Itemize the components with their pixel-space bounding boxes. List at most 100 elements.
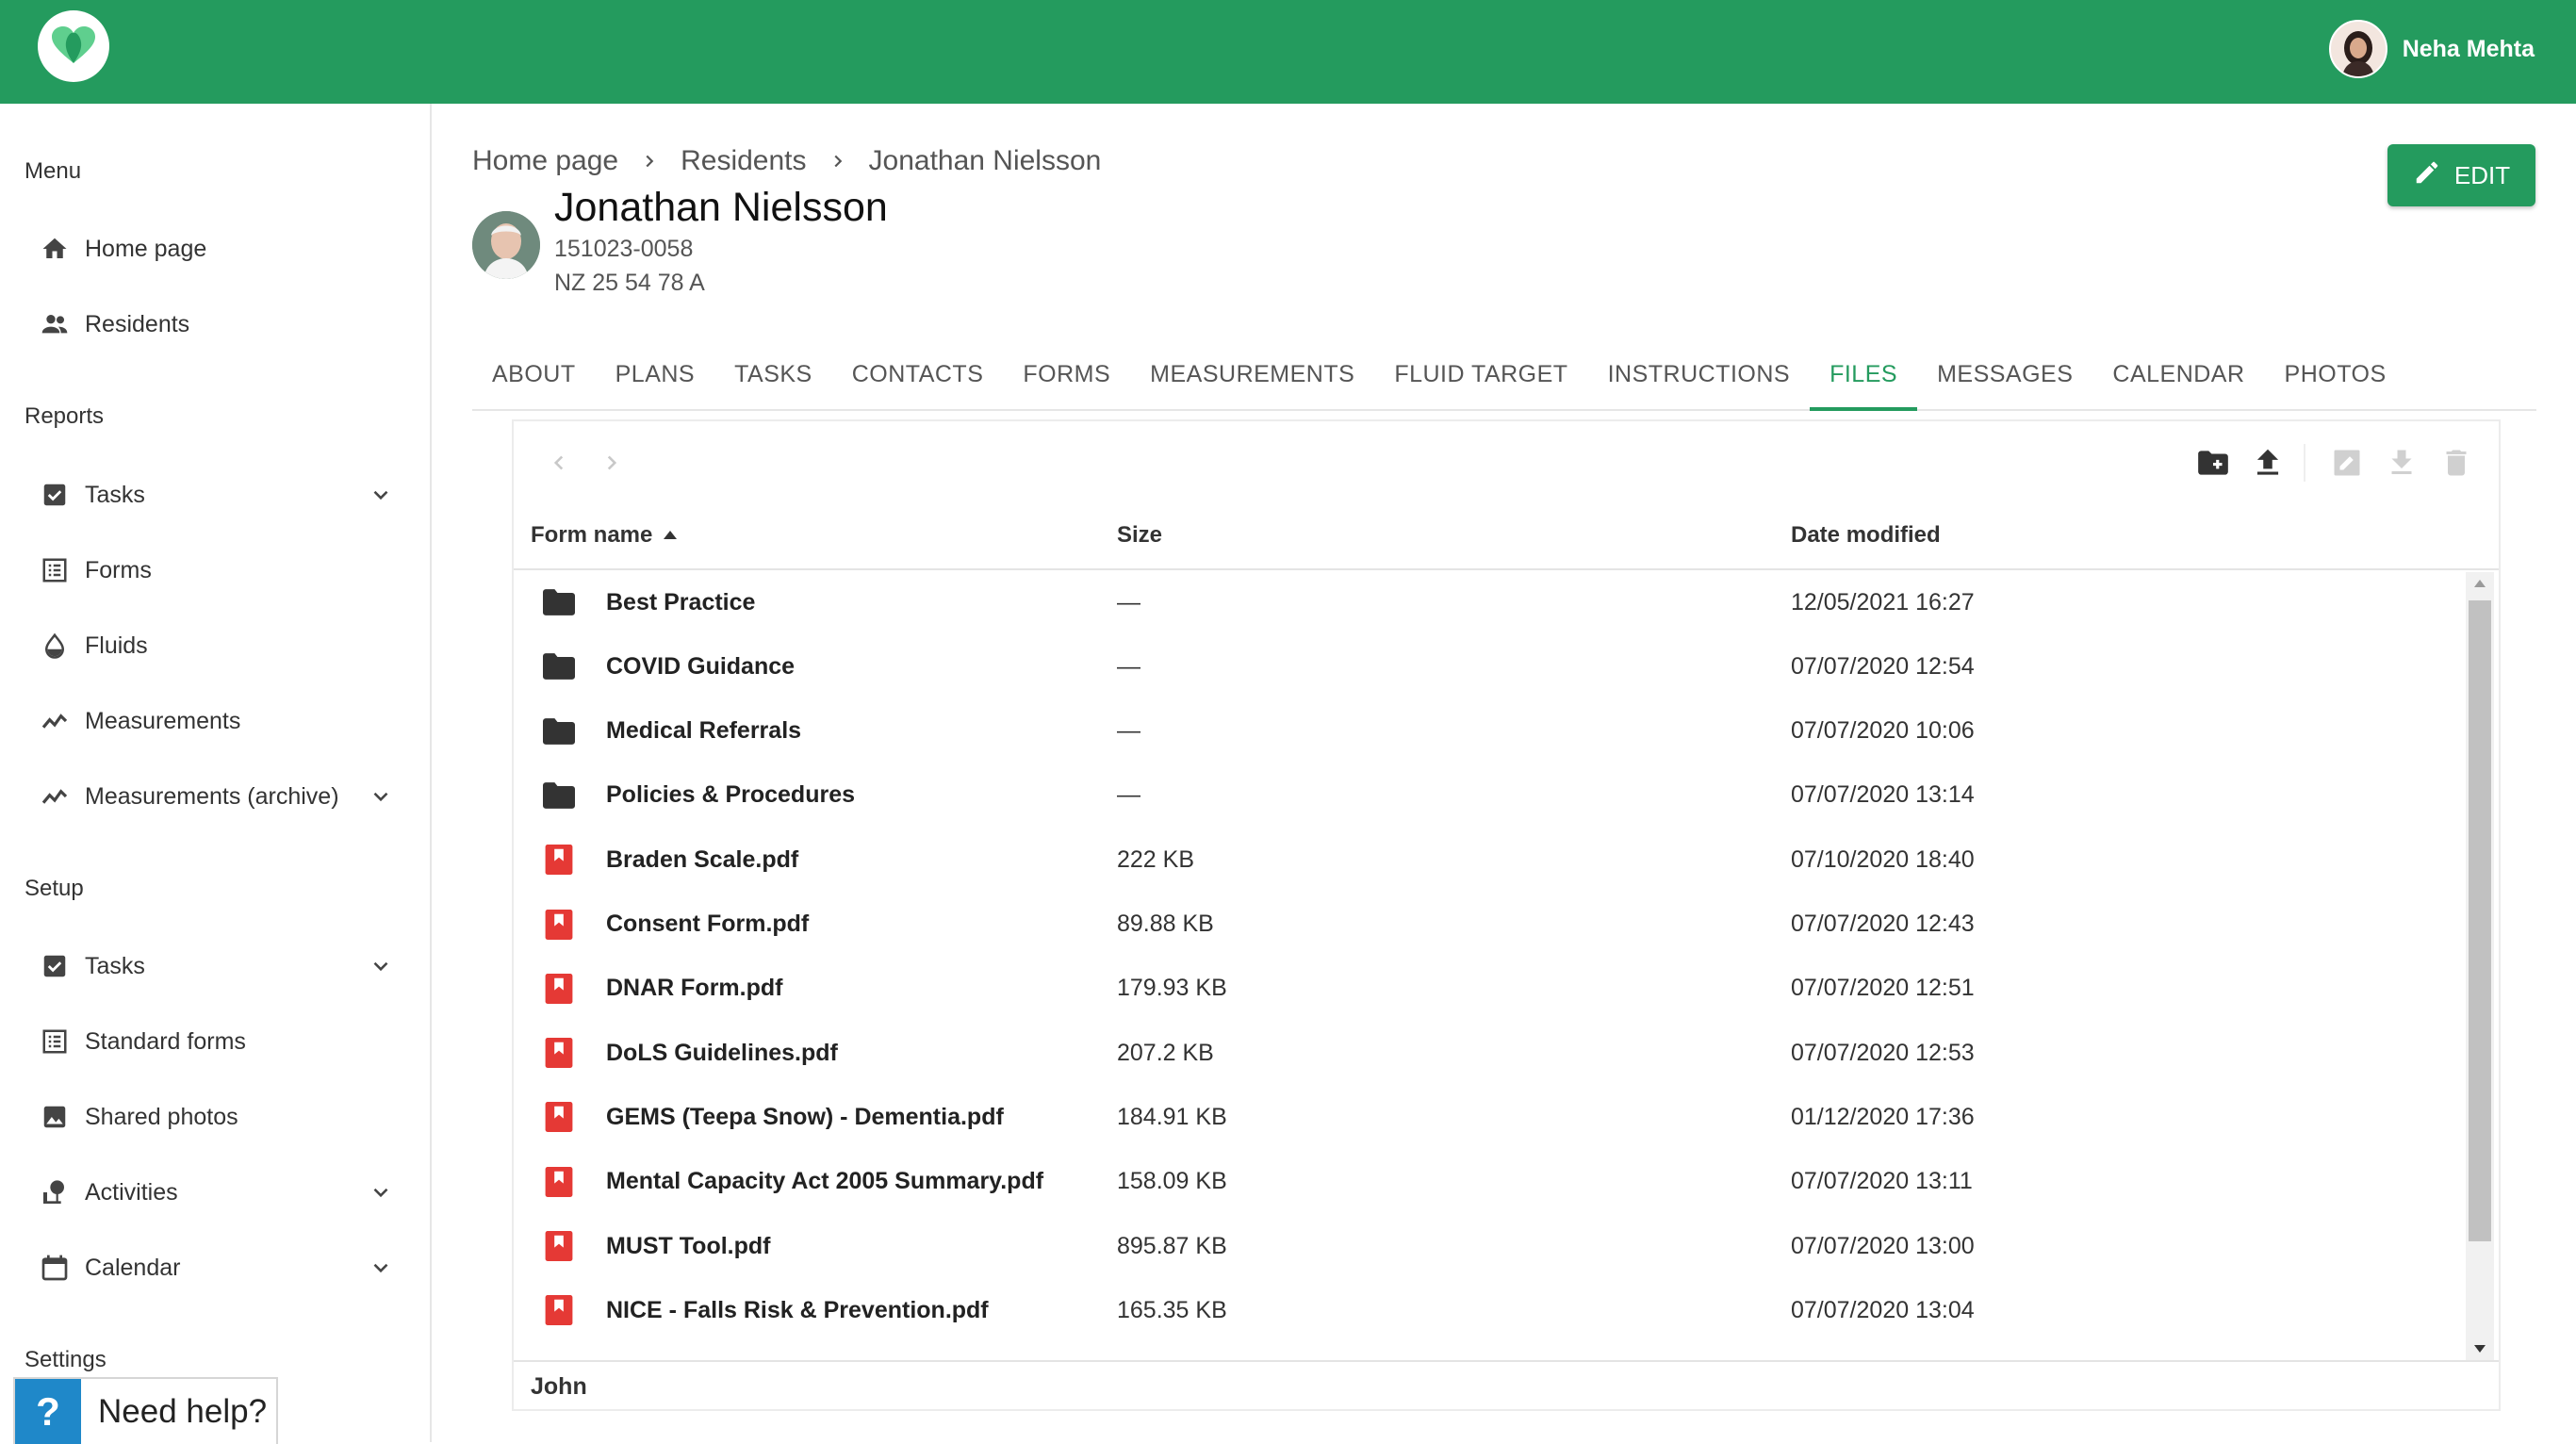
pdf-icon	[540, 1034, 578, 1072]
sidebar-item-activities[interactable]: Activities	[38, 1166, 396, 1219]
tab-contacts[interactable]: CONTACTS	[832, 339, 1004, 409]
sidebar-item-label: Activities	[85, 1178, 178, 1206]
sidebar-item-standard-forms[interactable]: Standard forms	[38, 1015, 396, 1068]
setup-section-title: Setup	[25, 876, 84, 901]
folder-icon	[540, 648, 578, 685]
rename-icon	[2334, 450, 2360, 476]
sidebar-item-label: Home page	[85, 235, 207, 262]
chevron-right-icon	[828, 151, 848, 172]
column-name-label: Form name	[531, 522, 653, 548]
tab-about[interactable]: ABOUT	[472, 339, 596, 409]
people-icon	[38, 307, 72, 341]
need-help-button[interactable]: ? Need help?	[13, 1377, 278, 1444]
file-row[interactable]: DNAR Form.pdf 179.93 KB 07/07/2020 12:51	[514, 957, 2465, 1021]
upload-button[interactable]	[2247, 442, 2289, 484]
column-header-name[interactable]: Form name	[531, 502, 679, 568]
trash-icon	[2446, 450, 2467, 476]
file-row[interactable]: Mental Capacity Act 2005 Summary.pdf 158.…	[514, 1150, 2465, 1214]
file-date: 07/07/2020 13:00	[1791, 1232, 1975, 1259]
scrollbar-thumb[interactable]	[2469, 600, 2491, 1241]
tab-forms[interactable]: FORMS	[1003, 339, 1130, 409]
sidebar-item-setup-tasks[interactable]: Tasks	[38, 940, 396, 993]
user-avatar	[2328, 20, 2387, 78]
sidebar-item-residents[interactable]: Residents	[38, 298, 396, 351]
chevron-right-icon	[639, 151, 660, 172]
file-size: —	[1117, 652, 1140, 680]
trend-icon	[38, 704, 72, 738]
delete-button[interactable]	[2436, 442, 2477, 484]
user-menu[interactable]: Neha Mehta	[2328, 20, 2535, 78]
tab-measurements[interactable]: MEASUREMENTS	[1130, 339, 1374, 409]
file-row[interactable]: Policies & Procedures — 07/07/2020 13:14	[514, 763, 2465, 828]
file-row[interactable]: GEMS (Teepa Snow) - Dementia.pdf 184.91 K…	[514, 1085, 2465, 1149]
file-size: 207.2 KB	[1117, 1039, 1214, 1066]
sidebar-item-label: Tasks	[85, 952, 145, 979]
file-row[interactable]: Consent Form.pdf 89.88 KB 07/07/2020 12:43	[514, 893, 2465, 957]
scroll-down-icon[interactable]	[2466, 1337, 2494, 1360]
rename-button[interactable]	[2326, 442, 2368, 484]
back-button[interactable]	[538, 442, 580, 484]
tab-photos[interactable]: PHOTOS	[2265, 339, 2406, 409]
chevron-down-icon[interactable]	[366, 781, 396, 812]
file-size: 165.35 KB	[1117, 1296, 1227, 1323]
breadcrumb-home-page[interactable]: Home page	[472, 145, 618, 177]
scroll-up-icon[interactable]	[2466, 572, 2494, 595]
file-row[interactable]: COVID Guidance — 07/07/2020 12:54	[514, 634, 2465, 698]
file-row[interactable]: Medical Referrals — 07/07/2020 10:06	[514, 699, 2465, 763]
resident-tabs: ABOUT PLANS TASKS CONTACTS FORMS MEASURE…	[472, 339, 2536, 411]
sidebar-item-reports-measurements-archive[interactable]: Measurements (archive)	[38, 770, 396, 823]
tab-messages[interactable]: MESSAGES	[1917, 339, 2092, 409]
tab-files[interactable]: FILES	[1810, 339, 1918, 411]
column-header-date[interactable]: Date modified	[1791, 502, 1941, 568]
image-icon	[38, 1100, 72, 1134]
file-row[interactable]: Best Practice — 12/05/2021 16:27	[514, 570, 2465, 634]
sidebar-item-label: Forms	[85, 556, 152, 583]
tab-instructions[interactable]: INSTRUCTIONS	[1588, 339, 1811, 409]
file-date: 07/07/2020 12:43	[1791, 911, 1975, 937]
column-header-size[interactable]: Size	[1117, 502, 1162, 568]
file-row[interactable]: NICE - Falls Risk & Prevention.pdf 165.35…	[514, 1278, 2465, 1342]
file-manager: Form name Size Date modified Best Practi…	[512, 419, 2501, 1411]
file-row[interactable]: Braden Scale.pdf 222 KB 07/10/2020 18:40	[514, 828, 2465, 892]
folder-icon	[540, 713, 578, 750]
chevron-down-icon[interactable]	[366, 1253, 396, 1283]
sidebar-item-home-page[interactable]: Home page	[38, 222, 396, 275]
sidebar-item-reports-measurements[interactable]: Measurements	[38, 695, 396, 747]
chevron-left-icon	[553, 455, 564, 470]
file-size: 89.88 KB	[1117, 911, 1214, 937]
tab-plans[interactable]: PLANS	[596, 339, 714, 409]
file-row-partial[interactable]	[514, 1343, 2465, 1362]
tab-tasks[interactable]: TASKS	[714, 339, 832, 409]
need-help-label: Need help?	[98, 1392, 268, 1430]
sidebar-item-reports-tasks[interactable]: Tasks	[38, 468, 396, 521]
chevron-down-icon[interactable]	[366, 951, 396, 981]
file-row[interactable]: DoLS Guidelines.pdf 207.2 KB 07/07/2020 12…	[514, 1021, 2465, 1085]
forward-button[interactable]	[591, 442, 632, 484]
edit-button[interactable]: EDIT	[2387, 144, 2535, 206]
file-row[interactable]: MUST Tool.pdf 895.87 KB 07/07/2020 13:00	[514, 1214, 2465, 1278]
tab-calendar[interactable]: CALENDAR	[2092, 339, 2264, 409]
chevron-down-icon[interactable]	[366, 1177, 396, 1207]
footer-text: John	[531, 1372, 587, 1400]
list-icon	[38, 1025, 72, 1058]
sidebar-item-calendar[interactable]: Calendar	[38, 1241, 396, 1294]
sidebar-item-reports-fluids[interactable]: Fluids	[38, 619, 396, 672]
scrollbar[interactable]	[2466, 572, 2494, 1360]
file-date: 07/07/2020 13:11	[1791, 1168, 1973, 1195]
file-list: Best Practice — 12/05/2021 16:27 COVID Guid…	[514, 570, 2465, 1362]
help-question-icon: ?	[15, 1379, 81, 1444]
new-folder-button[interactable]	[2192, 442, 2234, 484]
heart-logo-icon	[52, 26, 95, 63]
drop-icon	[38, 629, 72, 663]
sidebar-item-label: Tasks	[85, 481, 145, 508]
top-app-bar: Neha Mehta	[0, 0, 2576, 104]
app-logo[interactable]	[38, 10, 109, 82]
resident-name: Jonathan Nielsson	[554, 185, 888, 230]
sidebar-item-reports-forms[interactable]: Forms	[38, 544, 396, 597]
download-button[interactable]	[2381, 442, 2422, 484]
tab-fluid-target[interactable]: FLUID TARGET	[1374, 339, 1587, 409]
file-date: 07/07/2020 12:54	[1791, 652, 1975, 680]
sidebar-item-shared-photos[interactable]: Shared photos	[38, 1091, 396, 1143]
chevron-down-icon[interactable]	[366, 480, 396, 510]
breadcrumb-residents[interactable]: Residents	[681, 145, 806, 177]
